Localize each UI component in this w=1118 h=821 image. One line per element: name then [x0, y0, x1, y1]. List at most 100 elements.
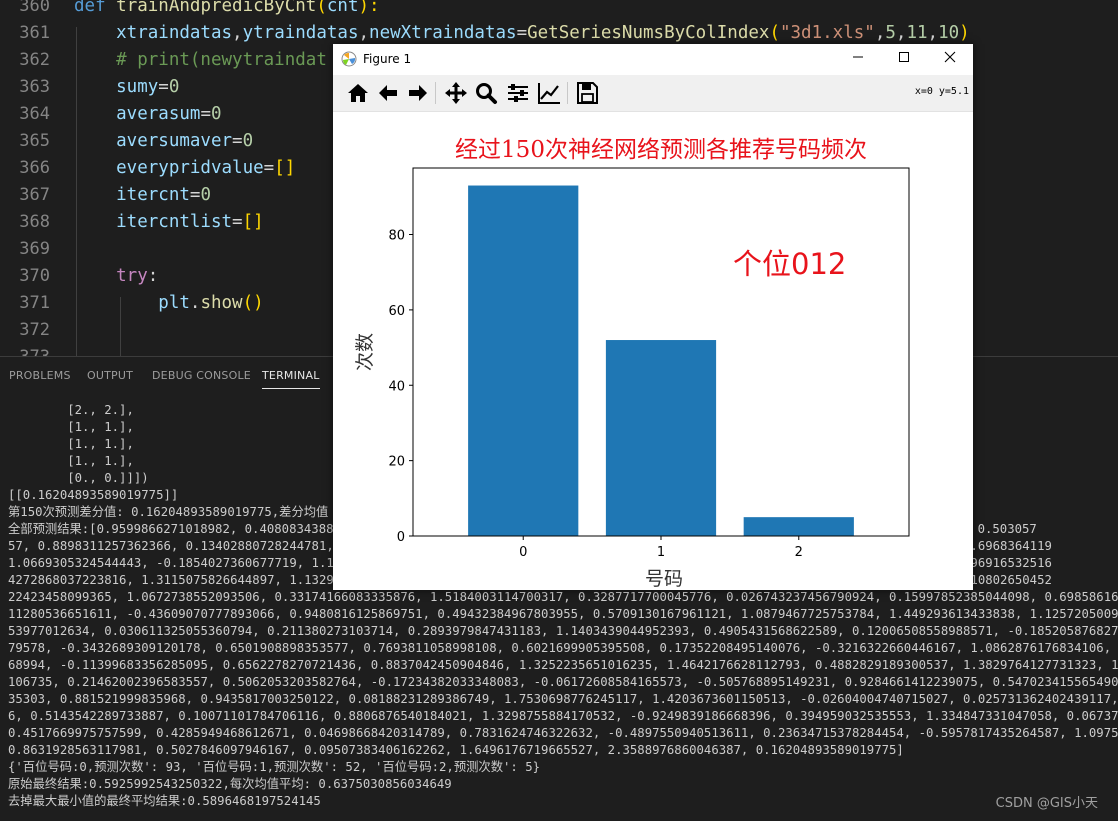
- edit-axis-icon: [538, 83, 560, 104]
- back-icon: [379, 85, 397, 101]
- x-tick-label: 1: [657, 545, 665, 560]
- maximize-button[interactable]: [881, 44, 927, 75]
- code-token: itercnt: [74, 185, 190, 205]
- code-token: []: [274, 158, 296, 178]
- chart-annotation: 个位012: [733, 247, 846, 281]
- code-token: everypridvalue: [74, 158, 264, 178]
- y-tick-label: 40: [388, 379, 405, 394]
- code-token: =: [232, 131, 243, 151]
- code-token: 10: [938, 23, 960, 43]
- bar: [468, 185, 579, 536]
- terminal-line: 0.8631928563117981, 0.5027846097946167, …: [8, 743, 904, 757]
- tab-terminal[interactable]: TERMINAL: [262, 369, 320, 389]
- window-title: Figure 1: [363, 52, 412, 66]
- line-number: 373: [0, 344, 50, 356]
- cursor-coordinates: x=0 y=5.1: [914, 86, 969, 97]
- terminal-line: 79578, -0.3432689309120178, 0.6501908898…: [8, 641, 1118, 655]
- code-text: try:: [74, 263, 158, 290]
- toolbar-separator: [435, 82, 436, 104]
- code-text: xtraindatas,ytraindatas,newXtraindatas=G…: [74, 20, 970, 47]
- terminal-line: [1., 1.],: [8, 454, 134, 468]
- code-token: (): [242, 293, 264, 313]
- tab-problems[interactable]: PROBLEMS: [9, 369, 71, 382]
- minimize-button[interactable]: [835, 44, 881, 75]
- terminal-line: [0., 0.]]]): [8, 471, 149, 485]
- y-tick-label: 0: [397, 530, 405, 545]
- back-button[interactable]: [375, 80, 401, 106]
- line-number: 366: [19, 158, 50, 178]
- code-token: xtraindatas: [74, 23, 233, 43]
- tab-output[interactable]: OUTPUT: [87, 369, 133, 382]
- terminal-line: 0.4517669975757599, 0.4285949468612671, …: [8, 726, 1118, 740]
- matplotlib-app-icon: [341, 51, 357, 67]
- save-button[interactable]: [574, 80, 600, 106]
- code-token: (: [316, 0, 327, 16]
- code-token: try: [74, 266, 148, 286]
- line-number: 363: [19, 77, 50, 97]
- chart-title: 经过150次神经网络预测各推荐号码频次: [455, 137, 867, 163]
- code-token: averasum: [74, 104, 201, 124]
- terminal-line: [2., 2.],: [8, 403, 134, 417]
- line-number: 372: [19, 320, 50, 340]
- code-token: =: [158, 77, 169, 97]
- code-token: ):: [358, 0, 380, 16]
- code-token: GetSeriesNumsByColIndex: [527, 23, 770, 43]
- code-text: plt.show(): [74, 290, 264, 317]
- code-token: aversumaver: [74, 131, 233, 151]
- code-text: sumy=0: [74, 74, 179, 101]
- close-button[interactable]: [927, 44, 973, 75]
- code-token: ,: [232, 23, 243, 43]
- line-number: 368: [19, 212, 50, 232]
- bar: [605, 340, 717, 536]
- configure-subplots-button[interactable]: [505, 80, 531, 106]
- toolbar-separator: [567, 82, 568, 104]
- terminal-line: 22423458099365, 1.0672738552093506, 0.33…: [8, 590, 1118, 604]
- line-number: 360: [19, 0, 50, 16]
- zoom-icon: [476, 83, 497, 104]
- code-token: 0: [168, 77, 180, 97]
- code-token: plt: [74, 293, 190, 313]
- code-text: def trainAndpredicByCnt(cnt):: [74, 0, 380, 20]
- terminal-line: 106735, 0.21462002396583557, 0.506205320…: [8, 675, 1118, 689]
- code-token: cnt: [326, 0, 359, 16]
- terminal-line: 6, 0.5143542289733887, 0.100711017847061…: [8, 709, 1118, 723]
- terminal-line: 11280536651611, -0.43609070777893066, 0.…: [8, 607, 1118, 621]
- tab-debug-console[interactable]: DEBUG CONSOLE: [152, 369, 251, 382]
- terminal-line: [1., 1.],: [8, 420, 134, 434]
- terminal-line: 53977012634, 0.030611325055360794, 0.211…: [8, 624, 1118, 638]
- code-text: # print(newytraindat: [74, 47, 327, 74]
- edit-axis-button[interactable]: [536, 80, 562, 106]
- pan-icon: [445, 82, 467, 104]
- code-token: 11: [906, 23, 928, 43]
- code-token: ,: [895, 23, 907, 43]
- code-token: 0: [210, 104, 222, 124]
- terminal-line: 第150次预测差分值: 0.16204893589019775,差分均值: [8, 505, 329, 519]
- line-number: 370: [19, 266, 50, 286]
- code-token: ytraindatas: [242, 23, 359, 43]
- code-text: everypridvalue=[]: [74, 155, 295, 182]
- y-tick-label: 20: [388, 455, 405, 470]
- terminal-line: 35303, 0.881521999835968, 0.943581700325…: [8, 692, 1118, 706]
- code-token: :: [147, 266, 159, 286]
- code-token: []: [242, 212, 264, 232]
- code-text: itercntlist=[]: [74, 209, 264, 236]
- home-button[interactable]: [345, 80, 371, 106]
- zoom-button[interactable]: [473, 80, 499, 106]
- code-text: itercnt=0: [74, 182, 211, 209]
- x-tick-label: 0: [519, 545, 527, 560]
- plot-area[interactable]: 经过150次神经网络预测各推荐号码频次 0 20 40 60 80 0 1 2 号码 次数 个位012: [333, 111, 973, 590]
- forward-icon: [409, 85, 427, 101]
- code-text: aversumaver=0: [74, 128, 253, 155]
- x-tick-label: 2: [795, 545, 803, 560]
- code-token: =: [232, 212, 243, 232]
- code-token: itercntlist: [74, 212, 233, 232]
- minimize-icon: [853, 56, 863, 58]
- code-token: show: [200, 293, 243, 313]
- matplotlib-figure-window[interactable]: Figure 1 x=0 y=5.1 经过150次神经网络预测各推荐号码频次 0…: [333, 44, 973, 590]
- y-tick-label: 60: [388, 304, 405, 319]
- y-tick-label: 80: [388, 229, 405, 244]
- line-number: 365: [19, 131, 50, 151]
- window-titlebar[interactable]: Figure 1: [333, 44, 973, 75]
- forward-button[interactable]: [405, 80, 431, 106]
- pan-button[interactable]: [443, 80, 469, 106]
